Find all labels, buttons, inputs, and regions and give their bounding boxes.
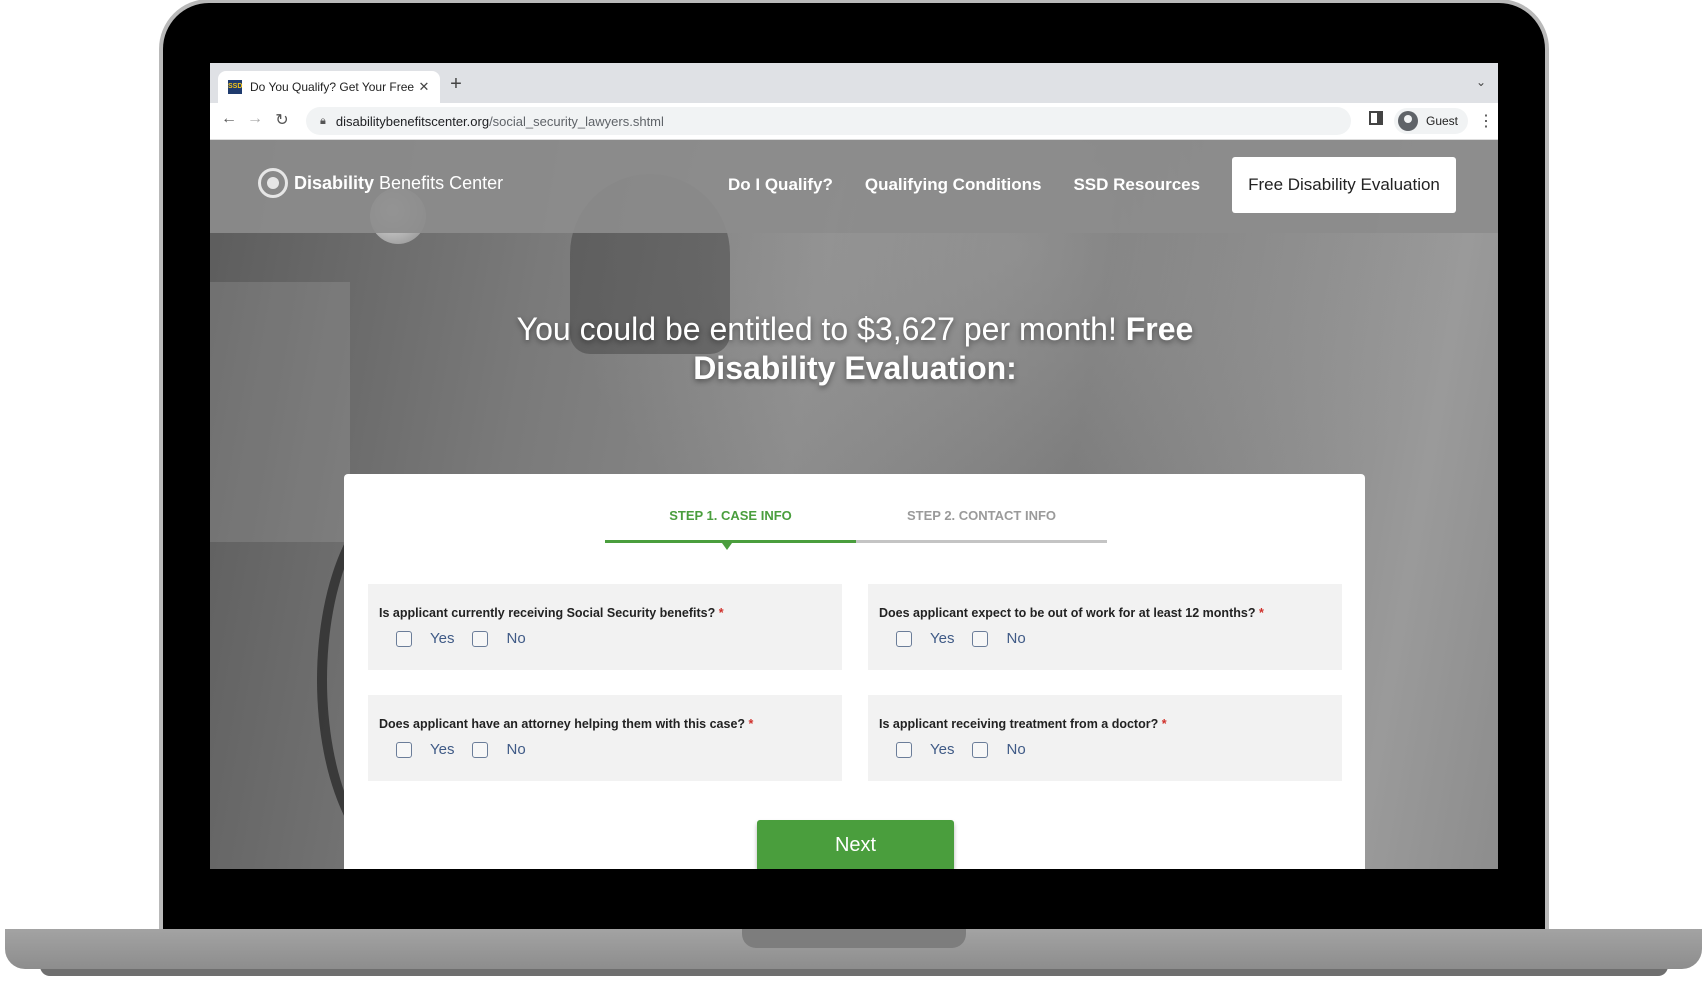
yes-label[interactable]: Yes xyxy=(430,741,454,758)
close-tab-icon[interactable]: ✕ xyxy=(414,79,434,95)
logo-text: Benefits Center xyxy=(379,172,504,193)
question-options: Yes No xyxy=(396,630,544,647)
site-header: Disability Benefits Center Do I Qualify?… xyxy=(210,140,1498,233)
avatar-icon xyxy=(1398,111,1418,131)
browser-toolbar: ← → ↻ 🔒︎ disabilitybenefitscenter.org/so… xyxy=(210,103,1498,140)
step-caret-icon xyxy=(722,543,732,550)
evaluation-form: STEP 1. CASE INFO STEP 2. CONTACT INFO I… xyxy=(344,474,1365,869)
no-checkbox[interactable] xyxy=(972,630,989,647)
step-progress-inactive xyxy=(856,540,1107,543)
no-checkbox[interactable] xyxy=(972,741,989,758)
lock-icon: 🔒︎ xyxy=(320,114,326,127)
favicon-icon: SSD xyxy=(228,80,242,94)
required-mark: * xyxy=(718,606,724,620)
address-bar[interactable]: 🔒︎ disabilitybenefitscenter.org/social_s… xyxy=(306,107,1351,135)
browser-tab[interactable]: SSD Do You Qualify? Get Your Free ✕ xyxy=(218,71,440,103)
yes-label[interactable]: Yes xyxy=(930,630,954,647)
profile-label: Guest xyxy=(1426,114,1459,128)
question-options: Yes No xyxy=(896,630,1044,647)
url-path: /social_security_lawyers.shtml xyxy=(489,113,664,129)
yes-label[interactable]: Yes xyxy=(930,741,954,758)
logo-text-bold: Disability xyxy=(294,172,375,193)
web-page: Disability Benefits Center Do I Qualify?… xyxy=(210,140,1498,869)
question-options: Yes No xyxy=(896,741,1044,758)
yes-checkbox[interactable] xyxy=(896,630,912,647)
question-attorney: Does applicant have an attorney helping … xyxy=(368,695,842,781)
nav-qualifying-conditions[interactable]: Qualifying Conditions xyxy=(865,157,1042,213)
question-doctor-treatment: Is applicant receiving treatment from a … xyxy=(868,695,1342,781)
step-indicator: STEP 1. CASE INFO STEP 2. CONTACT INFO xyxy=(605,508,1107,550)
browser-window: SSD Do You Qualify? Get Your Free ✕ + ⌄ … xyxy=(210,63,1498,869)
required-mark: * xyxy=(748,717,754,731)
question-out-of-work: Does applicant expect to be out of work … xyxy=(868,584,1342,670)
no-checkbox[interactable] xyxy=(472,630,489,647)
question-label: Is applicant receiving treatment from a … xyxy=(879,717,1159,731)
question-label: Does applicant have an attorney helping … xyxy=(379,717,746,731)
logo-emblem-icon xyxy=(258,168,288,198)
required-mark: * xyxy=(1258,606,1264,620)
question-label: Is applicant currently receiving Social … xyxy=(379,606,716,620)
no-label[interactable]: No xyxy=(506,630,525,647)
yes-label[interactable]: Yes xyxy=(430,630,454,647)
free-evaluation-button[interactable]: Free Disability Evaluation xyxy=(1232,157,1456,213)
main-nav: Do I Qualify? Qualifying Conditions SSD … xyxy=(728,157,1456,213)
no-label[interactable]: No xyxy=(1006,630,1025,647)
no-label[interactable]: No xyxy=(506,741,525,758)
question-receiving-benefits: Is applicant currently receiving Social … xyxy=(368,584,842,670)
side-panel-icon[interactable] xyxy=(1369,111,1383,125)
next-button[interactable]: Next xyxy=(757,820,954,869)
hero-title: You could be entitled to $3,627 per mont… xyxy=(450,310,1260,388)
yes-checkbox[interactable] xyxy=(396,630,412,647)
site-logo[interactable]: Disability Benefits Center xyxy=(258,168,503,198)
forward-arrow-icon[interactable]: → xyxy=(244,110,266,128)
reload-icon[interactable]: ↻ xyxy=(271,110,293,130)
tab-search-chevron-icon[interactable]: ⌄ xyxy=(1476,75,1486,89)
profile-button[interactable]: Guest xyxy=(1394,108,1469,134)
yes-checkbox[interactable] xyxy=(396,741,412,758)
question-options: Yes No xyxy=(396,741,544,758)
laptop-notch xyxy=(742,929,966,948)
background-shelf xyxy=(210,282,350,542)
tab-title: Do You Qualify? Get Your Free xyxy=(250,80,414,94)
tab-bar: SSD Do You Qualify? Get Your Free ✕ + ⌄ xyxy=(210,63,1498,103)
step-contact-info: STEP 2. CONTACT INFO xyxy=(906,508,1057,523)
back-arrow-icon[interactable]: ← xyxy=(218,110,240,128)
nav-do-i-qualify[interactable]: Do I Qualify? xyxy=(728,157,833,213)
url-domain: disabilitybenefitscenter.org xyxy=(335,113,490,129)
step-case-info: STEP 1. CASE INFO xyxy=(669,508,792,523)
yes-checkbox[interactable] xyxy=(896,741,912,758)
required-mark: * xyxy=(1161,717,1167,731)
new-tab-icon[interactable]: + xyxy=(442,73,470,96)
hero-title-regular: You could be entitled to $3,627 per mont… xyxy=(516,311,1117,347)
more-menu-icon[interactable]: ⋮ xyxy=(1478,111,1494,131)
question-label: Does applicant expect to be out of work … xyxy=(879,606,1256,620)
no-label[interactable]: No xyxy=(1006,741,1025,758)
no-checkbox[interactable] xyxy=(472,741,489,758)
nav-ssd-resources[interactable]: SSD Resources xyxy=(1073,157,1200,213)
